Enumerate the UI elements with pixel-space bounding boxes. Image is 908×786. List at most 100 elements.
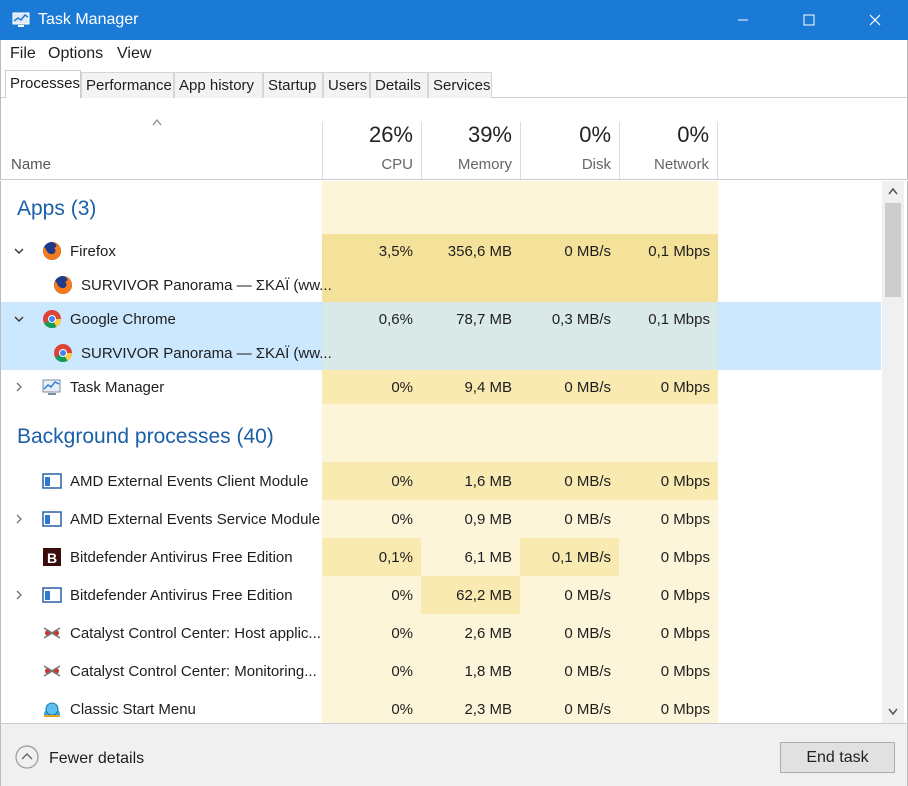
fewer-details-link[interactable]: Fewer details xyxy=(49,750,144,768)
memory-value: 356,6 MB xyxy=(447,242,512,260)
memory-value: 2,6 MB xyxy=(464,624,512,642)
network-value: 0 Mbps xyxy=(660,378,710,396)
process-row-chrome-tab[interactable]: SURVIVOR Panorama — ΣΚΑΪ (ww... xyxy=(1,336,881,370)
disk-value: 0,3 MB/s xyxy=(551,310,611,328)
disk-value: 0 MB/s xyxy=(564,662,611,680)
process-row[interactable]: Classic Start Menu 0% 2,3 MB 0 MB/s 0 Mb… xyxy=(1,690,881,723)
chevron-up-circle-icon[interactable] xyxy=(15,745,39,769)
footer-bar: Fewer details End task xyxy=(0,723,908,786)
cpu-value: 0% xyxy=(391,378,413,396)
chevron-right-icon[interactable] xyxy=(13,589,25,601)
process-name: AMD External Events Service Module xyxy=(70,510,321,528)
menu-options[interactable]: Options xyxy=(48,45,103,63)
cpu-value: 0% xyxy=(391,662,413,680)
process-name: Classic Start Menu xyxy=(70,700,196,718)
chrome-icon xyxy=(53,343,73,363)
process-row[interactable]: Catalyst Control Center: Host applic... … xyxy=(1,614,881,652)
memory-value: 0,9 MB xyxy=(464,510,512,528)
cpu-value: 0% xyxy=(391,624,413,642)
chevron-right-icon[interactable] xyxy=(13,513,25,525)
process-name: AMD External Events Client Module xyxy=(70,472,309,490)
minimize-button[interactable] xyxy=(720,0,766,40)
end-task-button[interactable]: End task xyxy=(780,742,895,773)
classic-shell-icon xyxy=(42,699,62,719)
process-name: Firefox xyxy=(70,242,116,260)
network-value: 0 Mbps xyxy=(660,548,710,566)
process-row-firefox[interactable]: Firefox 3,5% 356,6 MB 0 MB/s 0,1 Mbps xyxy=(1,234,881,268)
process-row[interactable]: B Bitdefender Antivirus Free Edition 0,1… xyxy=(1,538,881,576)
vertical-scrollbar[interactable] xyxy=(882,181,904,723)
window-title: Task Manager xyxy=(38,11,139,28)
tab-users[interactable]: Users xyxy=(323,72,370,98)
column-memory[interactable]: 39% Memory xyxy=(421,122,520,179)
tab-processes[interactable]: Processes xyxy=(5,70,81,98)
column-disk[interactable]: 0% Disk xyxy=(520,122,619,179)
tab-details[interactable]: Details xyxy=(370,72,428,98)
memory-value: 1,6 MB xyxy=(464,472,512,490)
memory-value: 78,7 MB xyxy=(456,310,512,328)
memory-value: 9,4 MB xyxy=(464,378,512,396)
network-value: 0 Mbps xyxy=(660,472,710,490)
menu-view[interactable]: View xyxy=(117,45,151,63)
process-row[interactable]: AMD External Events Service Module 0% 0,… xyxy=(1,500,881,538)
cpu-value: 0,6% xyxy=(378,310,413,328)
chevron-right-icon[interactable] xyxy=(13,381,25,393)
network-value: 0 Mbps xyxy=(660,700,710,718)
process-row-firefox-tab[interactable]: SURVIVOR Panorama — ΣΚΑΪ (ww... xyxy=(1,268,881,302)
network-total-percent: 0% xyxy=(677,122,709,147)
tab-bar: Processes Performance App history Startu… xyxy=(0,68,908,98)
cpu-value: 0% xyxy=(391,700,413,718)
process-list: Apps (3) Firefox 3,5% 356,6 MB 0 MB/s 0,… xyxy=(0,181,908,723)
cpu-value: 0,1% xyxy=(378,548,413,566)
process-row[interactable]: AMD External Events Client Module 0% 1,6… xyxy=(1,462,881,500)
tab-performance[interactable]: Performance xyxy=(81,72,174,98)
process-row-chrome[interactable]: Google Chrome 0,6% 78,7 MB 0,3 MB/s 0,1 … xyxy=(1,302,881,336)
scroll-up-icon[interactable] xyxy=(887,186,899,196)
close-button[interactable] xyxy=(852,0,898,40)
title-bar[interactable]: Task Manager xyxy=(0,0,908,40)
column-network[interactable]: 0% Network xyxy=(619,122,718,179)
network-value: 0,1 Mbps xyxy=(648,310,710,328)
service-window-icon xyxy=(42,585,62,605)
bitdefender-icon: B xyxy=(42,547,62,567)
scrollbar-thumb[interactable] xyxy=(885,203,901,297)
disk-value: 0 MB/s xyxy=(564,242,611,260)
network-column-label: Network xyxy=(653,156,709,173)
service-window-icon xyxy=(42,471,62,491)
process-name: Bitdefender Antivirus Free Edition xyxy=(70,586,293,604)
group-apps-title: Apps (3) xyxy=(17,197,97,220)
memory-total-percent: 39% xyxy=(467,122,512,147)
maximize-button[interactable] xyxy=(786,0,832,40)
process-row[interactable]: Catalyst Control Center: Monitoring... 0… xyxy=(1,652,881,690)
chevron-down-icon[interactable] xyxy=(13,245,25,257)
cpu-value: 3,5% xyxy=(378,242,413,260)
process-row-task-manager[interactable]: Task Manager 0% 9,4 MB 0 MB/s 0 Mbps xyxy=(1,370,881,404)
cpu-total-percent: 26% xyxy=(368,122,413,147)
chevron-down-icon[interactable] xyxy=(13,313,25,325)
task-manager-icon xyxy=(12,12,30,28)
process-name: Task Manager xyxy=(70,378,165,396)
process-name: Bitdefender Antivirus Free Edition xyxy=(70,548,293,566)
menu-file[interactable]: File xyxy=(10,45,36,63)
disk-value: 0 MB/s xyxy=(564,700,611,718)
column-name[interactable]: Name xyxy=(11,156,51,173)
memory-value: 6,1 MB xyxy=(464,548,512,566)
group-background-title: Background processes (40) xyxy=(17,425,274,448)
disk-value: 0 MB/s xyxy=(564,510,611,528)
chrome-icon xyxy=(42,309,62,329)
memory-value: 62,2 MB xyxy=(456,586,512,604)
tab-services[interactable]: Services xyxy=(428,72,492,98)
cpu-value: 0% xyxy=(391,472,413,490)
scroll-down-icon[interactable] xyxy=(887,707,899,717)
firefox-icon xyxy=(53,275,73,295)
column-cpu[interactable]: 26% CPU xyxy=(322,122,421,179)
process-name: Catalyst Control Center: Monitoring... xyxy=(70,662,317,680)
memory-column-label: Memory xyxy=(457,156,512,173)
disk-value: 0,1 MB/s xyxy=(551,548,611,566)
tab-app-history[interactable]: App history xyxy=(174,72,263,98)
memory-value: 2,3 MB xyxy=(464,700,512,718)
process-name: Catalyst Control Center: Host applic... xyxy=(70,624,321,642)
tab-startup[interactable]: Startup xyxy=(263,72,323,98)
process-row[interactable]: Bitdefender Antivirus Free Edition 0% 62… xyxy=(1,576,881,614)
disk-value: 0 MB/s xyxy=(564,586,611,604)
